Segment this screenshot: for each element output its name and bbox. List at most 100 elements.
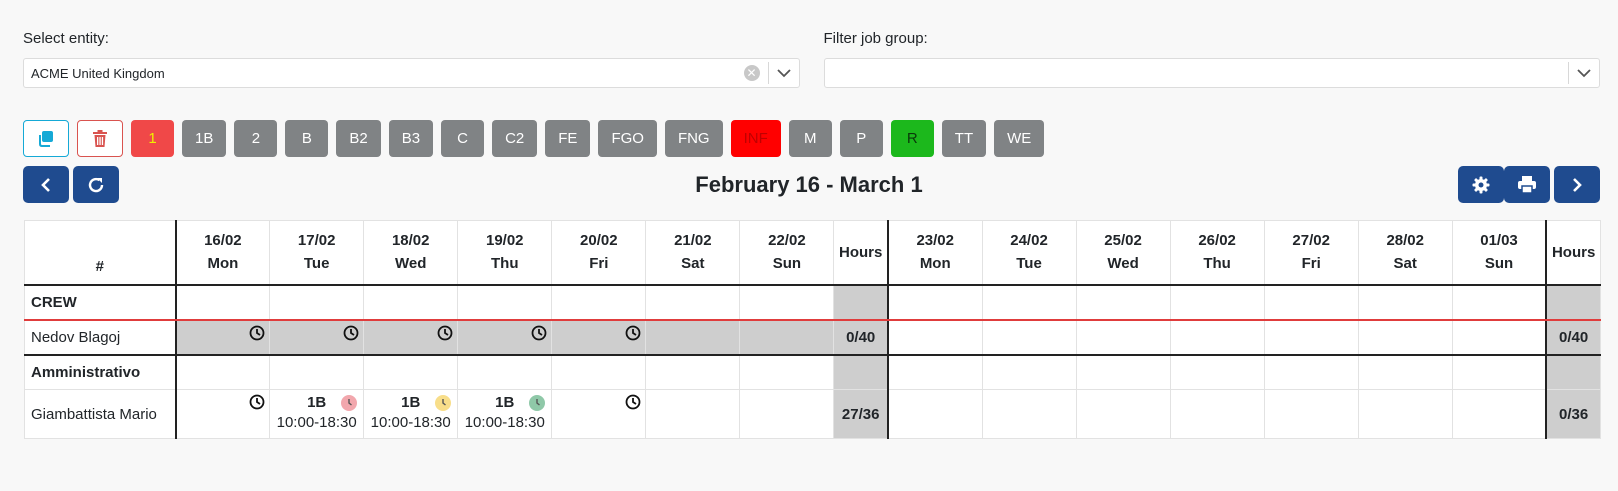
day-cell[interactable] — [739, 353, 835, 390]
shift-tag-button[interactable]: 1B — [182, 120, 227, 157]
day-cell[interactable] — [1075, 353, 1171, 390]
day-name: Wed — [1107, 255, 1139, 273]
chevron-down-icon[interactable] — [769, 68, 799, 78]
chevron-down-icon[interactable] — [1569, 68, 1599, 78]
day-cell[interactable] — [363, 353, 459, 390]
clock-icon[interactable] — [343, 325, 359, 345]
day-cell[interactable] — [981, 353, 1077, 390]
day-cell[interactable] — [175, 353, 271, 390]
day-cell[interactable] — [1451, 389, 1547, 439]
day-cell[interactable] — [886, 353, 983, 390]
day-cell[interactable] — [645, 319, 741, 355]
day-cell[interactable] — [175, 319, 271, 355]
day-cell[interactable] — [1357, 319, 1453, 355]
clock-icon[interactable] — [249, 394, 265, 414]
shift-tag-button[interactable]: B2 — [336, 120, 381, 157]
shift-tag-button[interactable]: TT — [941, 120, 987, 157]
clock-badge-icon[interactable] — [435, 395, 452, 411]
day-cell[interactable] — [981, 319, 1077, 355]
day-cell[interactable] — [269, 319, 365, 355]
shift-tag-button[interactable]: R — [890, 120, 934, 157]
clock-icon[interactable] — [625, 394, 641, 414]
shift-tag-button[interactable]: C — [441, 120, 485, 157]
settings-button[interactable] — [1458, 166, 1504, 203]
day-cell[interactable] — [739, 283, 835, 321]
shift-tag-button[interactable]: 2 — [234, 120, 278, 157]
day-cell[interactable] — [457, 353, 553, 390]
day-cell[interactable] — [1451, 319, 1547, 355]
day-cell[interactable]: 1B 10:00-18:30 — [457, 389, 553, 439]
day-cell[interactable] — [1451, 353, 1547, 390]
shift-tag-button[interactable]: B — [285, 120, 329, 157]
day-cell[interactable] — [739, 389, 835, 439]
shift-tag-button[interactable]: 1 — [131, 120, 174, 157]
clock-icon[interactable] — [249, 325, 265, 345]
shift-tag-button[interactable]: FNG — [664, 120, 723, 157]
day-cell[interactable] — [1263, 353, 1359, 390]
hours-total: 0/36 — [1545, 389, 1602, 439]
day-cell[interactable] — [886, 283, 983, 321]
day-cell[interactable] — [1263, 319, 1359, 355]
day-date: 28/02 — [1386, 232, 1424, 250]
day-cell[interactable] — [981, 283, 1077, 321]
shift-tag-button[interactable]: FE — [545, 120, 591, 157]
day-cell[interactable] — [1357, 283, 1453, 321]
day-cell[interactable] — [551, 283, 647, 321]
shift-tag-button[interactable]: C2 — [492, 120, 538, 157]
day-cell[interactable] — [886, 389, 983, 439]
shift-tag-button[interactable]: P — [839, 120, 883, 157]
day-cell[interactable] — [175, 283, 271, 321]
day-cell[interactable] — [1075, 389, 1171, 439]
shift-tag-button[interactable]: INF — [730, 120, 781, 157]
day-cell[interactable] — [1169, 283, 1265, 321]
day-cell[interactable] — [1263, 283, 1359, 321]
shift-tag-button[interactable]: FGO — [598, 120, 657, 157]
day-cell[interactable] — [1263, 389, 1359, 439]
day-name: Tue — [1016, 255, 1042, 273]
day-cell[interactable] — [551, 319, 647, 355]
shift-tag-button[interactable]: WE — [994, 120, 1045, 157]
day-cell[interactable] — [1357, 353, 1453, 390]
next-period-button[interactable] — [1554, 166, 1600, 203]
day-cell[interactable] — [1451, 283, 1547, 321]
day-cell[interactable]: 1B 10:00-18:30 — [269, 389, 365, 439]
day-cell[interactable] — [1169, 319, 1265, 355]
clock-badge-icon[interactable] — [341, 395, 358, 411]
day-cell[interactable] — [1357, 389, 1453, 439]
day-cell[interactable] — [645, 283, 741, 321]
job-group-filter: Filter job group: — [823, 30, 1600, 88]
day-cell[interactable] — [1169, 353, 1265, 390]
day-cell[interactable] — [269, 283, 365, 321]
day-cell[interactable] — [551, 353, 647, 390]
day-cell[interactable] — [981, 389, 1077, 439]
day-cell[interactable] — [175, 389, 271, 439]
day-cell[interactable] — [363, 283, 459, 321]
day-cell[interactable] — [363, 319, 459, 355]
day-cell[interactable] — [645, 389, 741, 439]
day-cell[interactable] — [551, 389, 647, 439]
day-cell[interactable] — [645, 353, 741, 390]
day-cell[interactable]: 1B 10:00-18:30 — [363, 389, 459, 439]
shift-tag-button[interactable]: M — [788, 120, 832, 157]
clock-badge-icon[interactable] — [529, 395, 546, 411]
job-group-select[interactable] — [823, 58, 1600, 88]
employee-name: Giambattista Mario — [23, 389, 177, 439]
day-cell[interactable] — [269, 353, 365, 390]
day-cell[interactable] — [739, 319, 835, 355]
clock-icon[interactable] — [437, 325, 453, 345]
entity-label: Select entity: — [23, 30, 109, 47]
day-cell[interactable] — [1169, 389, 1265, 439]
day-cell[interactable] — [886, 319, 983, 355]
clock-icon[interactable] — [625, 325, 641, 345]
clear-icon[interactable]: ✕ — [743, 65, 760, 81]
day-cell[interactable] — [1075, 283, 1171, 321]
clock-icon[interactable] — [531, 325, 547, 345]
delete-button[interactable] — [77, 120, 123, 157]
shift-tag-button[interactable]: B3 — [388, 120, 434, 157]
copy-button[interactable] — [23, 120, 69, 157]
print-button[interactable] — [1504, 166, 1550, 203]
day-cell[interactable] — [457, 283, 553, 321]
day-cell[interactable] — [1075, 319, 1171, 355]
day-cell[interactable] — [457, 319, 553, 355]
entity-select[interactable]: ACME United Kingdom ✕ — [23, 58, 800, 88]
